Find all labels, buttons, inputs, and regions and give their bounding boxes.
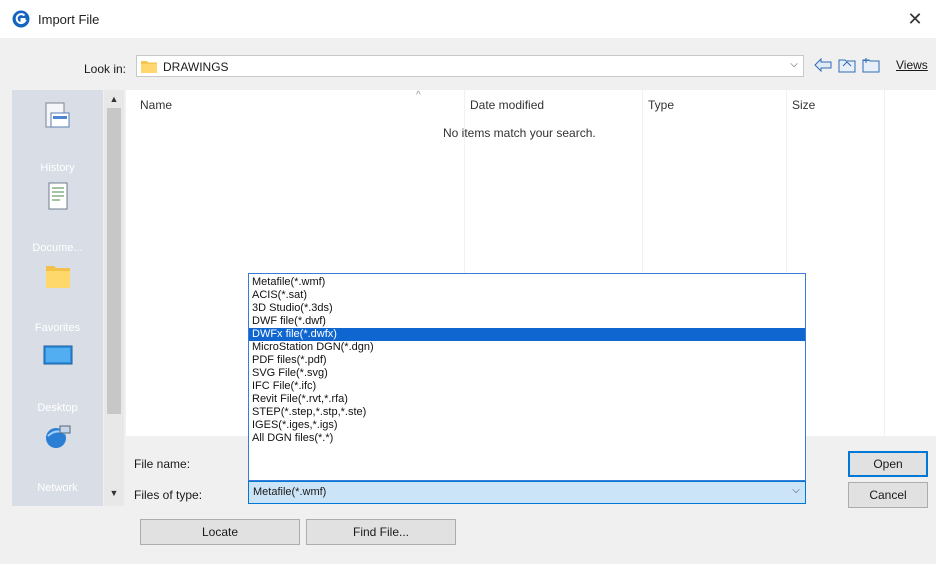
filetype-option[interactable]: IGES(*.iges,*.igs) <box>249 419 805 432</box>
filetype-option[interactable]: STEP(*.step,*.stp,*.ste) <box>249 406 805 419</box>
scroll-up-icon[interactable]: ▲ <box>107 94 121 108</box>
desktop-icon <box>43 345 73 365</box>
column-header-type[interactable]: Type <box>648 98 674 112</box>
lookin-value: DRAWINGS <box>163 60 229 74</box>
empty-message: No items match your search. <box>443 126 596 140</box>
filetype-option[interactable]: ACIS(*.sat) <box>249 289 805 302</box>
chevron-down-icon[interactable]: ⌵ <box>789 485 803 499</box>
scroll-thumb[interactable] <box>107 108 121 414</box>
history-icon <box>45 102 70 128</box>
lookin-combobox[interactable]: DRAWINGS ⌵ <box>136 55 804 77</box>
views-button[interactable]: Views <box>896 58 928 72</box>
place-documents[interactable]: Docume... <box>12 170 103 254</box>
folder-icon <box>141 61 157 73</box>
place-network[interactable]: Network <box>12 410 103 494</box>
lookin-label: Look in: <box>83 62 126 76</box>
up-folder-icon <box>838 59 856 73</box>
filetype-dropdown-list[interactable]: Metafile(*.wmf) ACIS(*.sat) 3D Studio(*.3d… <box>248 273 806 481</box>
column-header-size[interactable]: Size <box>792 98 815 112</box>
places-bar: History Docume... Favorites Desktop Netw… <box>12 90 103 506</box>
open-button[interactable]: Open <box>848 451 928 477</box>
cancel-button[interactable]: Cancel <box>848 482 928 508</box>
place-desktop[interactable]: Desktop <box>12 330 103 414</box>
places-scrollbar[interactable]: ▲ ▼ <box>104 90 124 506</box>
back-button[interactable] <box>812 54 834 76</box>
chevron-down-icon[interactable]: ⌵ <box>787 59 801 73</box>
place-favorites[interactable]: Favorites <box>12 250 103 334</box>
filetype-combobox[interactable]: Metafile(*.wmf) ⌵ <box>248 481 806 504</box>
filetype-value: Metafile(*.wmf) <box>253 486 327 498</box>
filetype-option[interactable]: PDF files(*.pdf) <box>249 354 805 367</box>
place-history[interactable]: History <box>12 90 103 174</box>
close-button[interactable]: ✕ <box>902 6 928 32</box>
filetype-option[interactable]: All DGN files(*.*) <box>249 432 805 445</box>
new-folder-button[interactable] <box>860 54 882 76</box>
favorites-icon <box>46 266 70 288</box>
title-bar: Import File ✕ <box>0 0 936 38</box>
new-folder-icon <box>862 58 880 73</box>
scroll-down-icon[interactable]: ▼ <box>107 488 121 502</box>
filetype-label: Files of type: <box>134 488 203 502</box>
app-logo-icon <box>12 10 30 28</box>
filetype-option[interactable]: DWFx file(*.dwfx) <box>249 328 805 341</box>
filetype-option[interactable]: IFC File(*.ifc) <box>249 380 805 393</box>
back-arrow-icon <box>814 58 832 72</box>
filetype-option[interactable]: DWF file(*.dwf) <box>249 315 805 328</box>
dialog-title: Import File <box>38 12 100 27</box>
filetype-option[interactable]: Metafile(*.wmf) <box>249 276 805 289</box>
filetype-option[interactable]: MicroStation DGN(*.dgn) <box>249 341 805 354</box>
place-label: Network <box>37 482 78 494</box>
filetype-option[interactable]: SVG File(*.svg) <box>249 367 805 380</box>
filename-label: File name: <box>134 457 191 471</box>
column-header-date[interactable]: Date modified <box>470 98 544 112</box>
up-folder-button[interactable] <box>836 54 858 76</box>
find-file-button[interactable]: Find File... <box>306 519 456 545</box>
locate-button[interactable]: Locate <box>140 519 300 545</box>
column-header-name[interactable]: Name <box>140 98 172 112</box>
filetype-option[interactable]: 3D Studio(*.3ds) <box>249 302 805 315</box>
documents-icon <box>48 182 68 210</box>
sort-caret-icon: ^ <box>416 90 421 101</box>
column-divider <box>884 90 885 436</box>
network-icon <box>46 425 71 448</box>
filetype-option[interactable]: Revit File(*.rvt,*.rfa) <box>249 393 805 406</box>
